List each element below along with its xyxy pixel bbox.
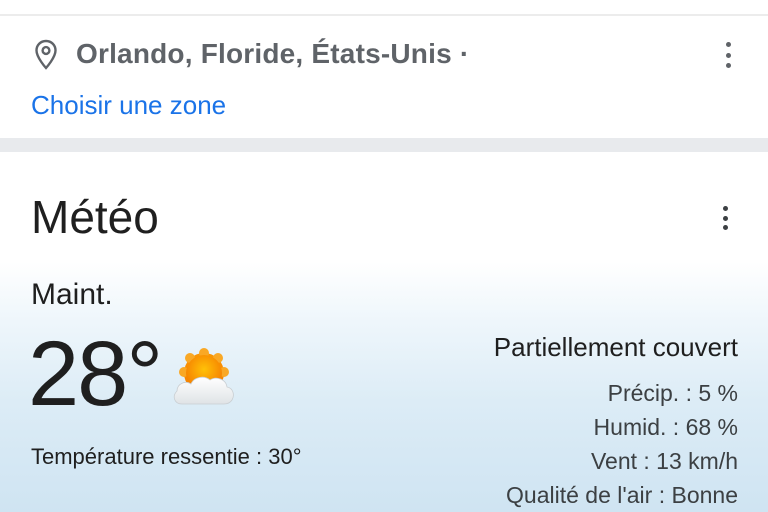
air-quality: Qualité de l'air : Bonne: [506, 482, 738, 508]
choose-zone-link[interactable]: Choisir une zone: [31, 90, 226, 121]
wind: Vent : 13 km/h: [590, 448, 738, 474]
menu-dot: [725, 42, 731, 47]
feels-like-temperature: Température ressentie : 30°: [31, 444, 302, 469]
partly-cloudy-icon: [173, 348, 234, 405]
section-separator: [0, 138, 768, 152]
divider: [0, 14, 768, 16]
precipitation: Précip. : 5 %: [607, 380, 738, 406]
location-name[interactable]: Orlando, Floride, États-Unis ·: [76, 38, 469, 70]
google-weather-screen: Orlando, Floride, États-Unis · Choisir u…: [0, 0, 768, 512]
weather-condition: Partiellement couvert: [493, 332, 738, 362]
weather-card: Météo Maint. 28° Température ressentie:…: [0, 152, 768, 512]
menu-dot: [722, 225, 728, 230]
menu-dot: [725, 63, 731, 68]
humidity: Humid. : 68 %: [593, 414, 738, 440]
location-card: Orlando, Floride, États-Unis · Choisir u…: [0, 0, 768, 138]
menu-dot: [722, 215, 728, 221]
map-pin-icon: [35, 39, 57, 70]
location-more-options-icon[interactable]: [716, 40, 740, 70]
now-label: Maint.: [31, 278, 113, 311]
menu-dot: [722, 206, 728, 211]
menu-dot: [725, 52, 731, 58]
weather-more-options-icon[interactable]: [713, 204, 737, 232]
current-temperature: 28°: [28, 323, 163, 425]
weather-title: Météo: [31, 191, 159, 243]
